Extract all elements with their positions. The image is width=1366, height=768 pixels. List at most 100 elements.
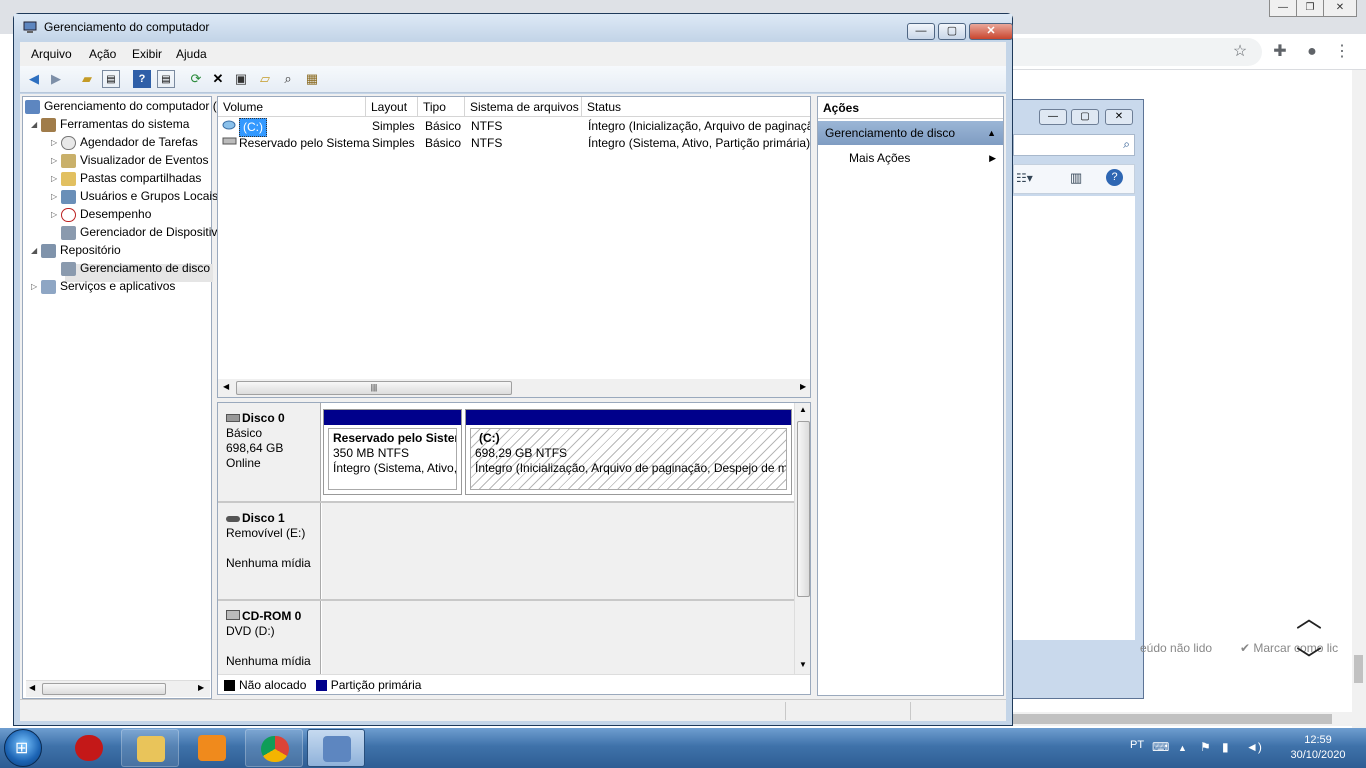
- close-button[interactable]: ✕: [969, 23, 1013, 40]
- tree-node-storage[interactable]: ◢ Repositório: [31, 241, 121, 259]
- browser-scroll-thumb[interactable]: [1354, 655, 1363, 683]
- profile-icon[interactable]: ●: [1302, 42, 1322, 62]
- col-layout[interactable]: Layout: [366, 97, 418, 117]
- taskbar-chrome[interactable]: [245, 729, 303, 767]
- collapse-arrow-icon[interactable]: ◢: [31, 242, 41, 260]
- help-icon[interactable]: ?: [133, 70, 151, 88]
- taskbar-media-player[interactable]: [183, 729, 241, 767]
- browser-close-button[interactable]: ✕: [1323, 0, 1357, 17]
- tree-node-event-viewer[interactable]: ▷ Visualizador de Eventos: [51, 151, 209, 169]
- disk-map-scroll-thumb[interactable]: [797, 421, 810, 597]
- scroll-up-icon[interactable]: ▲: [799, 405, 807, 414]
- tree-node-task-scheduler[interactable]: ▷ Agendador de Tarefas: [51, 133, 198, 151]
- mark-as-read-link[interactable]: ✔ Marcar como lic: [1240, 641, 1338, 655]
- col-volume[interactable]: Volume: [218, 97, 366, 117]
- expand-arrow-icon[interactable]: ▷: [51, 134, 61, 152]
- bookmark-star-icon[interactable]: ☆: [1230, 42, 1250, 62]
- disk-0-label[interactable]: Disco 0 Básico 698,64 GB Online: [218, 403, 321, 501]
- win2-maximize-button[interactable]: ▢: [1071, 109, 1099, 125]
- volume-list-hscrollbar[interactable]: ◀ ||| ▶: [218, 379, 810, 397]
- network-icon[interactable]: ▮: [1222, 740, 1229, 754]
- scroll-right-icon[interactable]: ▶: [198, 683, 204, 692]
- taskbar-file-explorer[interactable]: [121, 729, 179, 767]
- col-status[interactable]: Status: [582, 97, 810, 117]
- browser-hscroll-thumb[interactable]: [1012, 714, 1332, 724]
- expand-arrow-icon[interactable]: ▷: [31, 278, 41, 296]
- scroll-left-icon[interactable]: ◀: [223, 382, 229, 391]
- tree-node-performance[interactable]: ▷ Desempenho: [51, 205, 151, 223]
- scroll-left-icon[interactable]: ◀: [29, 683, 35, 692]
- action-center-icon[interactable]: ⚑: [1200, 740, 1211, 754]
- disk-map-vscrollbar[interactable]: ▲ ▼: [794, 403, 810, 674]
- more-actions-item[interactable]: Mais Ações ▶: [818, 147, 1003, 169]
- title-bar[interactable]: Gerenciamento do computador — ▢ ✕: [14, 14, 1013, 40]
- col-filesystem[interactable]: Sistema de arquivos: [465, 97, 582, 117]
- win2-minimize-button[interactable]: —: [1039, 109, 1067, 125]
- taskbar-security-app[interactable]: [60, 729, 118, 767]
- menu-acao[interactable]: Ação: [89, 47, 116, 61]
- expand-arrow-icon[interactable]: ▷: [51, 152, 61, 170]
- tree-node-disk-management[interactable]: Gerenciamento de disco: [61, 259, 210, 277]
- preview-pane-icon[interactable]: ▥: [1070, 170, 1082, 186]
- browser-vertical-scrollbar[interactable]: [1352, 70, 1366, 728]
- tree-horizontal-scrollbar[interactable]: ◀ ▶: [26, 680, 210, 697]
- start-button[interactable]: ⊞: [4, 729, 42, 767]
- cdrom-0-label[interactable]: CD-ROM 0 DVD (D:) Nenhuma mídia: [218, 601, 321, 681]
- scroll-right-icon[interactable]: ▶: [800, 382, 806, 391]
- clock[interactable]: 12:59 30/10/2020: [1280, 733, 1356, 763]
- tree-node-local-users[interactable]: ▷ Usuários e Grupos Locais: [51, 187, 218, 205]
- properties-icon[interactable]: ▣: [232, 70, 250, 88]
- collapse-arrow-icon[interactable]: ◢: [31, 116, 41, 134]
- chevron-up-icon[interactable]: ︿: [1296, 598, 1322, 635]
- browser-restore-button[interactable]: ❐: [1296, 0, 1324, 17]
- expand-arrow-icon[interactable]: ▷: [51, 188, 61, 206]
- win2-search-input[interactable]: ⌕: [1013, 134, 1135, 156]
- taskbar-computer-management[interactable]: [307, 729, 365, 767]
- show-hide-actions-icon[interactable]: ▤: [157, 70, 175, 88]
- menu-ajuda[interactable]: Ajuda: [176, 47, 207, 61]
- rescan-icon[interactable]: ▦: [303, 70, 321, 88]
- language-indicator[interactable]: PT: [1130, 739, 1144, 751]
- delete-icon[interactable]: ✕: [209, 70, 227, 88]
- forward-icon[interactable]: ▶: [47, 70, 65, 88]
- view-options-icon[interactable]: ☷▾: [1016, 171, 1033, 185]
- show-hide-tree-icon[interactable]: ▤: [102, 70, 120, 88]
- table-row[interactable]: Reservado pelo Sistema Simples Básico NT…: [218, 135, 810, 152]
- open-icon[interactable]: ▱: [256, 70, 274, 88]
- tree-node-root[interactable]: Gerenciamento do computador (Local): [25, 97, 249, 115]
- up-folder-icon[interactable]: ▰: [78, 70, 96, 88]
- browser-minimize-button[interactable]: —: [1269, 0, 1297, 17]
- back-icon[interactable]: ◀: [25, 70, 43, 88]
- tree-node-services[interactable]: ▷ Serviços e aplicativos: [31, 277, 175, 295]
- disk-1-label[interactable]: Disco 1 Removível (E:) Nenhuma mídia: [218, 503, 321, 599]
- volume-list-scroll-thumb[interactable]: |||: [236, 381, 512, 395]
- menu-exibir[interactable]: Exibir: [132, 47, 162, 61]
- menu-arquivo[interactable]: Arquivo: [31, 47, 72, 61]
- keyboard-icon[interactable]: ⌨: [1152, 740, 1169, 754]
- maximize-button[interactable]: ▢: [938, 23, 966, 40]
- actions-section-disk-management[interactable]: Gerenciamento de disco ▲: [818, 121, 1003, 145]
- volume-icon[interactable]: ◄): [1246, 740, 1262, 754]
- help-icon[interactable]: ?: [1106, 169, 1123, 186]
- partition-system-reserved[interactable]: Reservado pelo Sistem 350 MB NTFS Íntegr…: [323, 409, 462, 495]
- col-type[interactable]: Tipo: [418, 97, 465, 117]
- address-bar[interactable]: [1012, 38, 1262, 66]
- tree-node-device-manager[interactable]: Gerenciador de Dispositivos: [61, 223, 230, 241]
- tree-node-shared-folders[interactable]: ▷ Pastas compartilhadas: [51, 169, 201, 187]
- unread-content-link[interactable]: eúdo não lido: [1140, 641, 1212, 655]
- browser-menu-icon[interactable]: ⋮: [1332, 42, 1352, 62]
- expand-arrow-icon[interactable]: ▷: [51, 170, 61, 188]
- minimize-button[interactable]: —: [907, 23, 935, 40]
- extensions-icon[interactable]: ✚: [1270, 42, 1290, 62]
- partition-c-drive[interactable]: (C:) 698,29 GB NTFS Íntegro (Inicializaç…: [465, 409, 792, 495]
- tree-scroll-thumb[interactable]: [42, 683, 166, 695]
- refresh-icon[interactable]: ⟳: [187, 70, 205, 88]
- tree-node-system-tools[interactable]: ◢ Ferramentas do sistema: [31, 115, 189, 133]
- scroll-down-icon[interactable]: ▼: [799, 660, 807, 669]
- expand-arrow-icon[interactable]: ▷: [51, 206, 61, 224]
- table-row[interactable]: (C:) Simples Básico NTFS Íntegro (Inicia…: [218, 118, 810, 137]
- win2-close-button[interactable]: ✕: [1105, 109, 1133, 125]
- search-disk-icon[interactable]: ⌕: [279, 70, 297, 88]
- collapse-up-icon[interactable]: ▲: [987, 121, 996, 145]
- show-hidden-icons-icon[interactable]: ▲: [1178, 743, 1187, 753]
